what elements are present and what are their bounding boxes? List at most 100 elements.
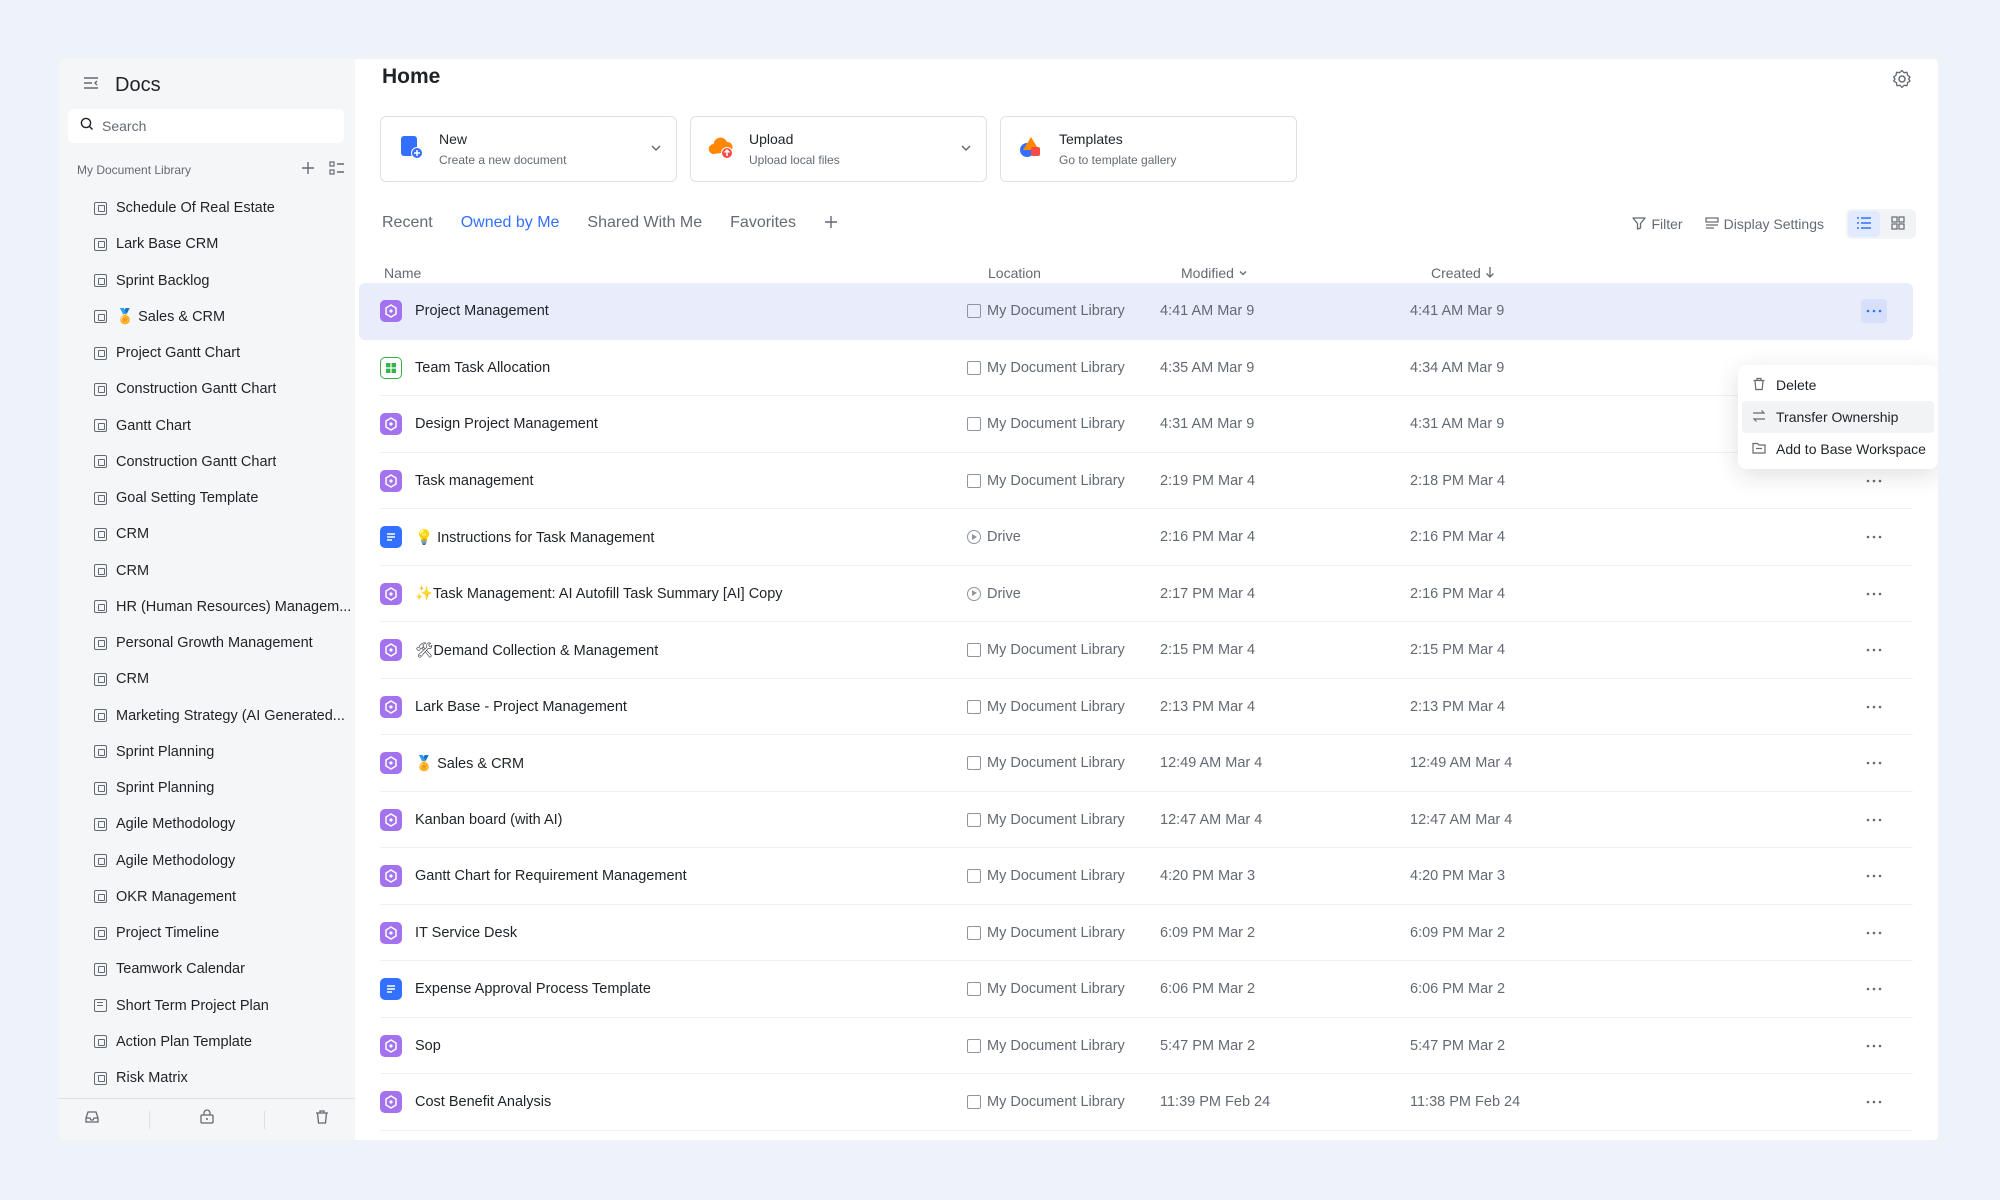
menu-item-add-to-base-workspace[interactable]: Add to Base Workspace [1742, 433, 1934, 465]
cell-location[interactable]: Drive [967, 566, 1021, 623]
tab-recent[interactable]: Recent [382, 214, 433, 232]
cell-location[interactable]: My Document Library [967, 453, 1125, 510]
document-name[interactable]: IT Service Desk [415, 925, 517, 941]
sidebar-tree-item[interactable]: CRM [94, 661, 352, 697]
cell-location[interactable]: My Document Library [967, 848, 1125, 905]
table-row[interactable]: 🏅 Sales & CRM My Document Library 12:49 AM… [359, 735, 1913, 792]
settings-button[interactable] [1888, 67, 1916, 95]
tab-favorites[interactable]: Favorites [730, 214, 796, 232]
tab-shared-with-me[interactable]: Shared With Me [587, 214, 702, 232]
templates-card[interactable]: Templates Go to template gallery [1000, 116, 1297, 182]
more-options-icon[interactable] [1861, 566, 1887, 623]
sidebar-tree-item[interactable]: Gantt Chart [94, 408, 352, 444]
filter-button[interactable]: Filter [1632, 216, 1683, 233]
menu-item-delete[interactable]: Delete [1742, 369, 1934, 401]
sidebar-tree-item[interactable]: Agile Methodology [94, 843, 352, 879]
cell-location[interactable]: My Document Library [967, 340, 1125, 397]
more-options-icon[interactable] [1861, 622, 1887, 679]
sidebar-tree-item[interactable]: Schedule Of Real Estate [94, 190, 352, 226]
new-document-card[interactable]: New Create a new document [380, 116, 677, 182]
sidebar-tree-item[interactable]: Goal Setting Template [94, 480, 352, 516]
document-name[interactable]: Design Project Management [415, 416, 598, 432]
chevron-down-icon[interactable] [650, 141, 662, 159]
trash-icon[interactable] [314, 1109, 330, 1130]
tree-view-icon[interactable] [329, 160, 345, 180]
sidebar-search[interactable] [68, 109, 344, 143]
sidebar-tree-item[interactable]: CRM [94, 516, 352, 552]
document-name[interactable]: Expense Approval Process Template [415, 981, 651, 997]
tab-owned-by-me[interactable]: Owned by Me [461, 214, 560, 232]
sidebar-tree-item[interactable]: Risk Matrix [94, 1060, 352, 1096]
document-name[interactable]: Task management [415, 473, 533, 489]
sidebar-tree-item[interactable]: 🏅 Sales & CRM [94, 299, 352, 335]
table-row[interactable]: Cost Benefit Analysis My Document Library… [359, 1074, 1913, 1131]
table-row[interactable]: Team Task Allocation My Document Library 4… [359, 340, 1913, 397]
document-name[interactable]: Gantt Chart for Requirement Management [415, 868, 687, 884]
document-name[interactable]: 💡 Instructions for Task Management [415, 529, 654, 546]
column-created[interactable]: Created [1431, 265, 1495, 281]
cell-location[interactable]: My Document Library [967, 283, 1125, 340]
cell-location[interactable]: My Document Library [967, 792, 1125, 849]
list-view-button[interactable] [1848, 211, 1880, 237]
search-input[interactable] [102, 118, 322, 134]
table-row[interactable]: Expense Approval Process Template My Docu… [359, 961, 1913, 1018]
cell-location[interactable]: My Document Library [967, 679, 1125, 736]
sidebar-tree-item[interactable]: Short Term Project Plan [94, 988, 352, 1024]
sidebar-tree-item[interactable]: Agile Methodology [94, 806, 352, 842]
table-row[interactable]: Task management My Document Library 2:19 P… [359, 453, 1913, 510]
more-options-icon[interactable] [1861, 1018, 1887, 1075]
more-options-icon[interactable] [1861, 792, 1887, 849]
table-row[interactable]: Lark Base - Project Management My Documen… [359, 679, 1913, 736]
column-name[interactable]: Name [384, 265, 421, 281]
sidebar-tree-item[interactable]: Construction Gantt Chart [94, 444, 352, 480]
cell-location[interactable]: My Document Library [967, 1074, 1125, 1131]
sidebar-tree-item[interactable]: Teamwork Calendar [94, 951, 352, 987]
document-name[interactable]: Lark Base - Project Management [415, 699, 627, 715]
sidebar-tree-item[interactable]: Personal Growth Management [94, 625, 352, 661]
sidebar-tree-item[interactable]: Sprint Planning [94, 734, 352, 770]
more-options-icon[interactable] [1861, 905, 1887, 962]
sidebar-tree-item[interactable]: Sprint Planning [94, 770, 352, 806]
sidebar-tree-item[interactable]: Project Timeline [94, 915, 352, 951]
table-row[interactable]: Kanban board (with AI) My Document Librar… [359, 792, 1913, 849]
cell-location[interactable]: My Document Library [967, 396, 1125, 453]
table-row[interactable]: 💡 Instructions for Task Management Drive 2… [359, 509, 1913, 566]
table-row[interactable]: Sop My Document Library 5:47 PM Mar 2 5:47 … [359, 1018, 1913, 1075]
sidebar-tree-item[interactable]: Action Plan Template [94, 1024, 352, 1060]
document-name[interactable]: Sop [415, 1038, 441, 1054]
cell-location[interactable]: My Document Library [967, 735, 1125, 792]
table-row[interactable]: Gantt Chart for Requirement Management My… [359, 848, 1913, 905]
cell-location[interactable]: My Document Library [967, 961, 1125, 1018]
sidebar-tree-item[interactable]: Sprint Backlog [94, 263, 352, 299]
chevron-down-icon[interactable] [960, 141, 972, 159]
display-settings-button[interactable]: Display Settings [1705, 216, 1824, 233]
more-options-icon[interactable] [1861, 679, 1887, 736]
document-name[interactable]: Team Task Allocation [415, 360, 550, 376]
sidebar-tree-item[interactable]: CRM [94, 553, 352, 589]
table-row[interactable]: Design Project Management My Document Lib… [359, 396, 1913, 453]
cell-location[interactable]: My Document Library [967, 622, 1125, 679]
collapse-sidebar-icon[interactable] [83, 75, 99, 96]
document-name[interactable]: Project Management [415, 303, 549, 319]
library-label[interactable]: My Document Library [77, 163, 191, 177]
document-name[interactable]: Kanban board (with AI) [415, 812, 563, 828]
document-name[interactable]: ✨Task Management: AI Autofill Task Summa… [415, 585, 783, 602]
cell-location[interactable]: My Document Library [967, 1018, 1125, 1075]
sidebar-tree-item[interactable]: Project Gantt Chart [94, 335, 352, 371]
add-icon[interactable] [301, 161, 315, 180]
more-options-icon[interactable] [1861, 509, 1887, 566]
upload-card[interactable]: Upload Upload local files [690, 116, 987, 182]
menu-item-transfer-ownership[interactable]: Transfer Ownership [1742, 401, 1934, 433]
document-name[interactable]: 🏅 Sales & CRM [415, 755, 524, 772]
more-options-icon[interactable] [1861, 735, 1887, 792]
table-row[interactable]: Project Management My Document Library 4:4… [359, 283, 1913, 340]
sidebar-tree-item[interactable]: Marketing Strategy (AI Generated... [94, 698, 352, 734]
sidebar-tree-item[interactable]: Construction Gantt Chart [94, 371, 352, 407]
cell-location[interactable]: My Document Library [967, 905, 1125, 962]
cell-location[interactable]: Drive [967, 509, 1021, 566]
more-options-icon[interactable] [1861, 1074, 1887, 1131]
grid-view-button[interactable] [1882, 211, 1914, 237]
more-options-icon[interactable] [1861, 848, 1887, 905]
lock-folder-icon[interactable] [199, 1109, 215, 1130]
document-name[interactable]: Cost Benefit Analysis [415, 1094, 551, 1110]
